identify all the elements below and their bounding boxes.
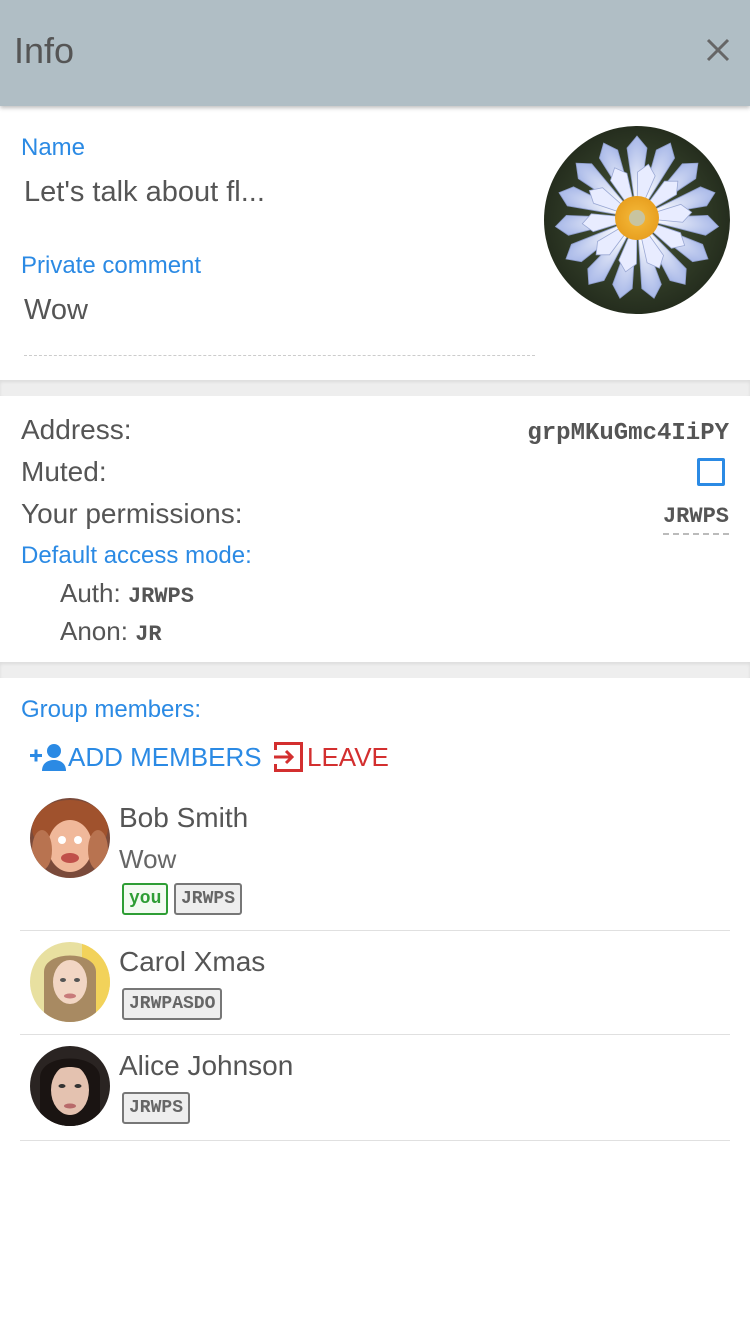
comment-underline [24, 355, 535, 356]
page-title: Info [14, 30, 75, 71]
auth-value: JRWPS [127, 584, 194, 609]
anon-access-row[interactable]: Anon: JR [60, 616, 162, 647]
address-value: grpMKuGmc4IiPY [527, 420, 729, 447]
anon-label: Anon: [60, 616, 128, 646]
private-comment-label: Private comment [21, 252, 202, 279]
default-access-label: Default access mode: [21, 542, 252, 569]
member-row[interactable]: Alice Johnson JRWPS [20, 1035, 730, 1141]
you-badge: you [122, 883, 169, 915]
group-avatar[interactable] [544, 126, 730, 314]
permission-badge: JRWPS [174, 883, 243, 915]
add-members-label: ADD MEMBERS [68, 741, 262, 772]
member-name: Alice Johnson [119, 1050, 294, 1081]
add-members-button[interactable]: ADD MEMBERS [30, 740, 262, 774]
anon-value: JR [135, 622, 162, 647]
private-comment-field[interactable]: Wow [24, 294, 88, 327]
section-divider [0, 380, 750, 396]
leave-label: LEAVE [307, 741, 389, 772]
group-name-field[interactable]: Let's talk about fl... [24, 176, 265, 209]
muted-label: Muted: [21, 456, 107, 487]
close-icon[interactable] [700, 32, 736, 68]
name-label: Name [21, 134, 86, 161]
auth-label: Auth: [60, 578, 121, 608]
member-row[interactable]: Bob Smith Wow you JRWPS [20, 790, 730, 931]
permission-badge: JRWPS [122, 1092, 191, 1124]
member-comment: Wow [119, 844, 177, 874]
section-divider [0, 662, 750, 678]
auth-access-row[interactable]: Auth: JRWPS [60, 578, 194, 609]
avatar [30, 798, 110, 878]
member-name: Bob Smith [119, 802, 249, 833]
address-label: Address: [21, 414, 132, 445]
muted-checkbox[interactable] [697, 458, 725, 486]
app-header: Info [0, 0, 750, 106]
exit-icon [273, 742, 307, 772]
permissions-label: Your permissions: [21, 498, 243, 529]
member-name: Carol Xmas [119, 946, 266, 977]
avatar [30, 942, 110, 1022]
avatar [30, 1046, 110, 1126]
add-person-icon [30, 742, 68, 772]
leave-button[interactable]: LEAVE [273, 740, 389, 774]
group-members-label: Group members: [21, 696, 202, 723]
member-row[interactable]: Carol Xmas JRWPASDO [20, 931, 730, 1035]
permissions-value[interactable]: JRWPS [662, 504, 729, 535]
permission-badge: JRWPASDO [122, 988, 223, 1020]
